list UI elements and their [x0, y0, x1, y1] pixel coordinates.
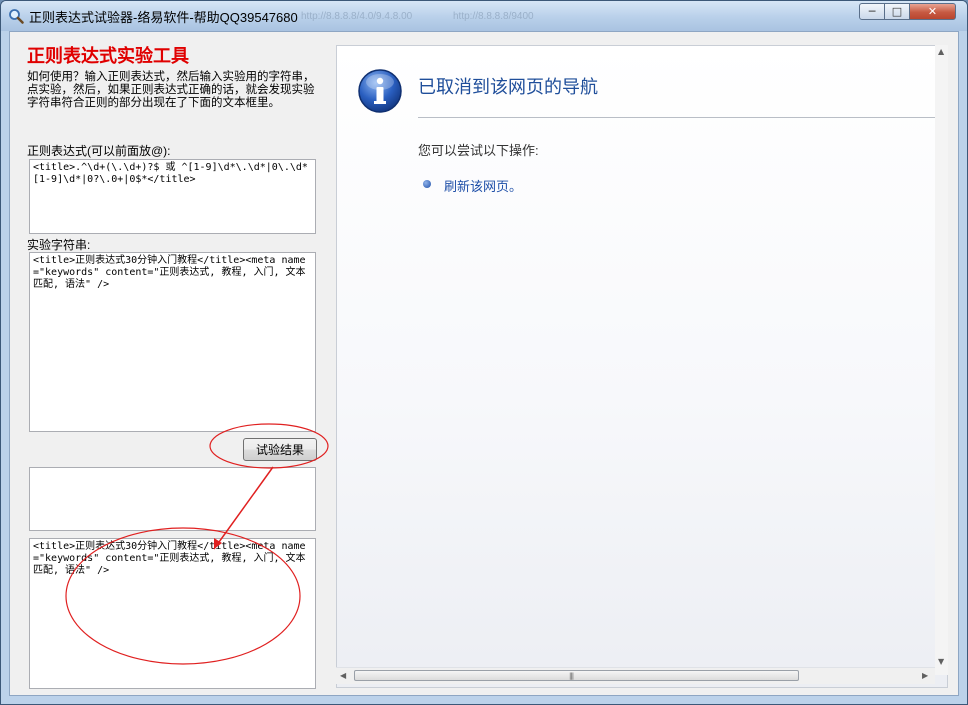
- horizontal-scrollbar[interactable]: ◀ ||| ▶: [336, 667, 935, 684]
- title-bar[interactable]: 正则表达式试验器-络易软件-帮助QQ39547680 http://8.8.8.…: [1, 1, 967, 31]
- test-string-input[interactable]: <title>正则表达式30分钟入门教程</title><meta name="…: [29, 252, 316, 432]
- navigation-cancelled-heading: 已取消到该网页的导航: [418, 77, 598, 97]
- regex-label: 正则表达式(可以前面放@):: [27, 144, 171, 158]
- background-tab: http://8.8.8.8/9400: [452, 11, 534, 22]
- secondary-output-box[interactable]: [29, 467, 316, 531]
- grip-icon: |||: [569, 672, 574, 680]
- magnifier-icon: [9, 9, 24, 24]
- window-title: 正则表达式试验器-络易软件-帮助QQ39547680: [29, 10, 298, 25]
- match-result-box[interactable]: <title>正则表达式30分钟入门教程</title><meta name="…: [29, 538, 316, 689]
- scroll-down-arrow-icon[interactable]: ▼: [938, 657, 944, 666]
- scroll-up-arrow-icon[interactable]: ▲: [938, 47, 944, 56]
- web-browser-pane: 已取消到该网页的导航 您可以尝试以下操作: 刷新该网页。: [336, 45, 948, 688]
- app-title: 正则表达式实验工具: [27, 46, 189, 66]
- info-icon: [358, 69, 402, 113]
- test-result-button[interactable]: 试验结果: [243, 438, 317, 461]
- instructions-text: 如何使用？输入正则表达式，然后输入实验用的字符串，点实验，然后，如果正则表达式正…: [27, 71, 315, 109]
- heading-divider: [418, 117, 938, 118]
- test-string-label: 实验字符串:: [27, 238, 91, 252]
- background-tabs: http://8.8.8.8/4.0/9.4.8.00 http://8.8.8…: [301, 11, 572, 22]
- client-area: 正则表达式实验工具 如何使用？输入正则表达式，然后输入实验用的字符串，点实验，然…: [9, 31, 959, 696]
- maximize-button[interactable]: □: [884, 3, 910, 20]
- suggestion-text: 您可以尝试以下操作:: [418, 143, 539, 158]
- close-button[interactable]: ✕: [909, 3, 956, 20]
- minimize-button[interactable]: ─: [859, 3, 885, 20]
- horizontal-scroll-thumb[interactable]: |||: [354, 670, 799, 681]
- regex-input[interactable]: <title>.^\d+(\.\d+)?$ 或 ^[1-9]\d*\.\d*|0…: [29, 159, 316, 234]
- vertical-scrollbar[interactable]: ▲ ▼: [935, 45, 948, 675]
- background-tab: http://8.8.8.8/4.0/9.4.8.00: [301, 11, 413, 22]
- scroll-left-arrow-icon[interactable]: ◀: [340, 671, 346, 680]
- scroll-right-arrow-icon[interactable]: ▶: [922, 671, 928, 680]
- app-window: 正则表达式试验器-络易软件-帮助QQ39547680 http://8.8.8.…: [0, 0, 968, 705]
- refresh-page-link[interactable]: 刷新该网页。: [444, 176, 522, 195]
- bullet-icon: [423, 180, 431, 188]
